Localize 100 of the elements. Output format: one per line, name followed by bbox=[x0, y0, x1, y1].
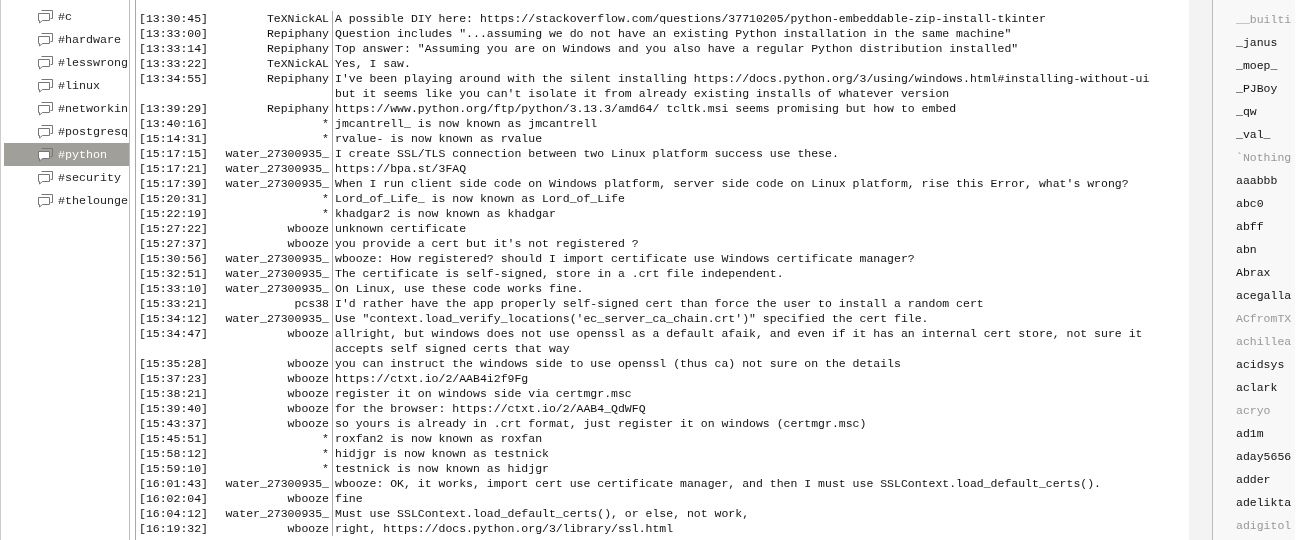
nickname: wbooze bbox=[210, 401, 333, 416]
message-text: roxfan2 is now known as roxfan bbox=[334, 431, 544, 446]
nickname: Repiphany bbox=[210, 71, 333, 101]
message-text: for the browser: https://ctxt.io/2/AAB4_QdWFQ bbox=[334, 401, 647, 416]
user-name[interactable]: abff bbox=[1236, 215, 1295, 238]
user-name[interactable]: aclark bbox=[1236, 376, 1295, 399]
chat-bubbles-icon bbox=[37, 78, 54, 93]
timestamp: [15:37:23] bbox=[138, 371, 209, 386]
timestamp: [15:33:21] bbox=[138, 296, 209, 311]
timestamp: [13:33:00] bbox=[138, 26, 209, 41]
user-name[interactable]: _qw bbox=[1236, 100, 1295, 123]
nickname: water_27300935_ bbox=[210, 146, 333, 161]
timestamp: [15:43:37] bbox=[138, 416, 209, 431]
channel-item[interactable]: #hardware bbox=[4, 28, 129, 51]
user-name[interactable]: Abrax bbox=[1236, 261, 1295, 284]
timestamp: [16:02:04] bbox=[138, 491, 209, 506]
channel-item[interactable]: #security bbox=[4, 166, 129, 189]
timestamp: [15:17:15] bbox=[138, 146, 209, 161]
timestamp: [13:33:22] bbox=[138, 56, 209, 71]
message-text: you provide a cert but it's not registered ? bbox=[334, 236, 640, 251]
message-text: wbooze: OK, it works, import cert use certificate manager, and then I must use SSLContext.load_default_certs(). bbox=[334, 476, 1103, 491]
timestamp: [16:04:12] bbox=[138, 506, 209, 521]
nickname: * bbox=[210, 446, 333, 461]
message-text: I create SSL/TLS connection between two Linux platform success use these. bbox=[334, 146, 840, 161]
nickname: water_27300935_ bbox=[210, 266, 333, 281]
chat-bubbles-icon bbox=[37, 32, 54, 47]
message-text: On Linux, use these code works fine. bbox=[334, 281, 585, 296]
timestamp: [15:14:31] bbox=[138, 131, 209, 146]
nickname: * bbox=[210, 116, 333, 131]
channel-item[interactable]: #lesswrong bbox=[4, 51, 129, 74]
nickname: Repiphany bbox=[210, 101, 333, 116]
timestamp: [15:34:47] bbox=[138, 326, 209, 342]
chat-bubbles-icon bbox=[37, 170, 54, 185]
message-text: so yours is already in .crt format, just register it on windows (certmgr.msc) bbox=[334, 416, 868, 431]
nickname: wbooze bbox=[210, 416, 333, 431]
timestamp: [15:17:21] bbox=[138, 161, 209, 176]
message-text: register it on windows side via certmgr.msc bbox=[334, 386, 633, 401]
timestamp: [13:34:55] bbox=[138, 71, 209, 87]
nickname: wbooze bbox=[210, 221, 333, 236]
nickname: pcs38 bbox=[210, 296, 333, 311]
chat-bubbles-icon bbox=[37, 124, 54, 139]
chat-bubbles-icon bbox=[37, 193, 54, 208]
message-text: Yes, I saw. bbox=[334, 56, 412, 71]
nickname: wbooze bbox=[210, 371, 333, 386]
timestamp: [15:27:37] bbox=[138, 236, 209, 251]
nickname: Repiphany bbox=[210, 26, 333, 41]
user-name[interactable]: _moep_ bbox=[1236, 54, 1295, 77]
channel-item[interactable]: #networkin bbox=[4, 97, 129, 120]
message-text: Must use SSLContext.load_default_certs(), or else, not work, bbox=[334, 506, 751, 521]
message-text: https://bpa.st/3FAQ bbox=[334, 161, 468, 176]
user-name[interactable]: _PJBoy bbox=[1236, 77, 1295, 100]
channel-item[interactable]: #linux bbox=[4, 74, 129, 97]
message-text: The certificate is self-signed, store in a .crt file independent. bbox=[334, 266, 785, 281]
timestamp: [15:38:21] bbox=[138, 386, 209, 401]
message-text: A possible DIY here: https://stackoverflow.com/questions/37710205/python-embeddable-zip-install-tkinter bbox=[334, 11, 1047, 26]
message-text: jmcantrell_ is now known as jmcantrell bbox=[334, 116, 599, 131]
nickname: TeXNickAL bbox=[210, 11, 333, 26]
user-name[interactable]: adelikta bbox=[1236, 491, 1295, 514]
user-name[interactable]: _val_ bbox=[1236, 123, 1295, 146]
message-text: Top answer: "Assuming you are on Windows and you also have a regular Python distribution installed" bbox=[334, 41, 1020, 56]
message-text: hidjgr is now known as testnick bbox=[334, 446, 550, 461]
channel-item[interactable]: #thelounge bbox=[4, 189, 129, 212]
timestamp: [15:32:51] bbox=[138, 266, 209, 281]
user-name[interactable]: acegalla bbox=[1236, 284, 1295, 307]
timestamp: [15:17:39] bbox=[138, 176, 209, 191]
nickname: * bbox=[210, 461, 333, 476]
nickname: water_27300935_ bbox=[210, 476, 333, 491]
timestamp: [15:35:28] bbox=[138, 356, 209, 371]
message-text: Question includes "...assuming we do not have an existing Python installation in the same machine" bbox=[334, 26, 1013, 41]
user-name[interactable]: aday5656 bbox=[1236, 445, 1295, 468]
chat-bubbles-icon bbox=[37, 9, 54, 24]
user-name[interactable]: abc0 bbox=[1236, 192, 1295, 215]
nickname: water_27300935_ bbox=[210, 311, 333, 326]
nickname: water_27300935_ bbox=[210, 176, 333, 191]
nickname: TeXNickAL bbox=[210, 56, 333, 71]
nickname: wbooze bbox=[210, 386, 333, 401]
message-text: right, https://docs.python.org/3/library/ssl.html bbox=[334, 521, 675, 536]
user-name[interactable]: _janus bbox=[1236, 31, 1295, 54]
timestamp: [15:39:40] bbox=[138, 401, 209, 416]
user-name[interactable]: aaabbb bbox=[1236, 169, 1295, 192]
nickname: wbooze bbox=[210, 356, 333, 371]
channel-item[interactable]: #postgresq bbox=[4, 120, 129, 143]
timestamp: [13:40:16] bbox=[138, 116, 209, 131]
user-name[interactable]: abn bbox=[1236, 238, 1295, 261]
message-text: When I run client side code on Windows platform, server side code on Linux platform, rise this Error, what's wrong? bbox=[334, 176, 1130, 191]
scrollbar[interactable] bbox=[1189, 0, 1213, 540]
timestamp: [16:19:32] bbox=[138, 521, 209, 536]
nickname: wbooze bbox=[210, 491, 333, 506]
user-name[interactable]: acidsys bbox=[1236, 353, 1295, 376]
channel-item[interactable]: #c bbox=[4, 5, 129, 28]
nickname: Repiphany bbox=[210, 41, 333, 56]
user-name[interactable]: adder bbox=[1236, 468, 1295, 491]
message-text: khadgar2 is now known as khadgar bbox=[334, 206, 557, 221]
nickname: * bbox=[210, 206, 333, 221]
message-text: Lord_of_Life_ is now known as Lord_of_Life bbox=[334, 191, 626, 206]
nickname: * bbox=[210, 431, 333, 446]
user-name[interactable]: ad1m bbox=[1236, 422, 1295, 445]
nickname: water_27300935_ bbox=[210, 161, 333, 176]
nickname: wbooze bbox=[210, 521, 333, 536]
timestamp: [13:30:45] bbox=[138, 11, 209, 26]
